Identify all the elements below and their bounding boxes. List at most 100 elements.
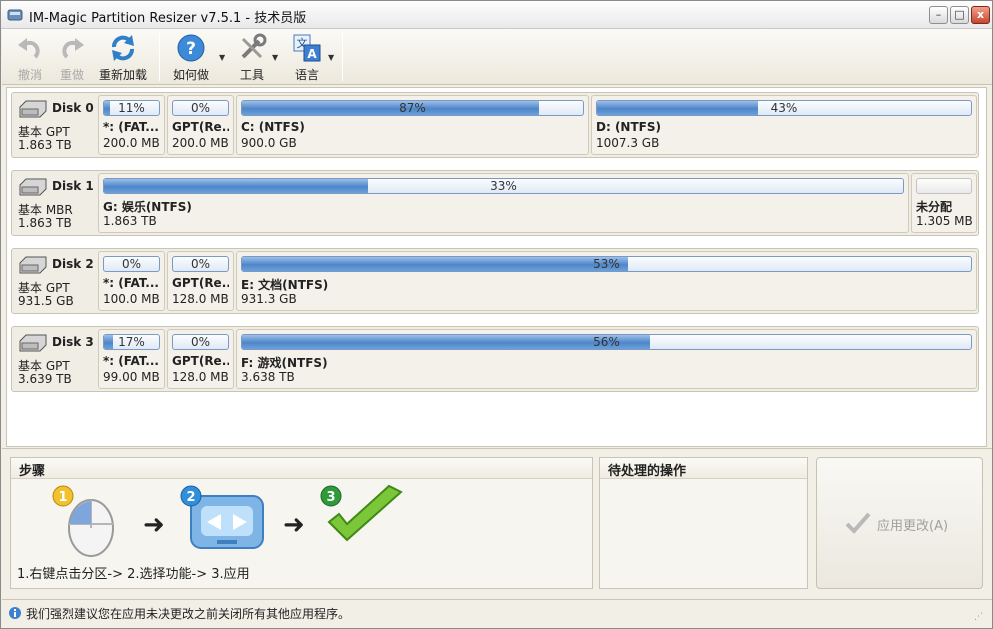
partition-block[interactable]: 56% F: 游戏(NTFS) 3.638 TB <box>236 329 977 389</box>
usage-percent: 53% <box>593 257 620 271</box>
partition-block[interactable]: 17% *: (FAT... 99.00 MB <box>98 329 165 389</box>
partition-block[interactable]: 53% E: 文档(NTFS) 931.3 GB <box>236 251 977 311</box>
partition-size: 200.0 MB <box>172 136 229 150</box>
hard-disk-icon <box>19 334 47 352</box>
bottom-area: 步骤 1 ➜ 2 ➜ 3 1.右键点击分区-> 2.选择功能-> 3.应用 待处… <box>2 448 992 598</box>
partition-block[interactable]: 0% GPT(Re... 128.0 MB <box>167 251 234 311</box>
partition-size: 1.863 TB <box>103 214 157 228</box>
reload-label: 重新加载 <box>98 68 147 82</box>
redo-label: 重做 <box>59 68 84 82</box>
steps-panel-title: 步骤 <box>11 458 592 479</box>
usage-percent: 56% <box>593 335 620 349</box>
partition-name: GPT(Re... <box>172 276 229 290</box>
disk-info[interactable]: Disk 3 基本 GPT 3.639 TB <box>14 329 98 389</box>
toolbar-separator <box>342 33 343 81</box>
hard-disk-icon <box>19 178 47 196</box>
apply-changes-button[interactable]: 应用更改(A) <box>816 457 983 589</box>
usage-bar: 17% <box>103 334 160 350</box>
language-icon: 文 A <box>293 34 321 62</box>
disk-row-1[interactable]: Disk 1 基本 MBR 1.863 TB 33% G: 娱乐(NTFS) 1… <box>11 170 979 236</box>
usage-bar: 11% <box>103 100 160 116</box>
partition-name: GPT(Re... <box>172 354 229 368</box>
hard-disk-icon <box>19 100 47 118</box>
redo-icon <box>62 38 84 59</box>
partition-size: 100.0 MB <box>103 292 160 306</box>
step-3-number: 3 <box>326 490 335 505</box>
disk-name: Disk 2 <box>52 257 94 271</box>
partition-name: *: (FAT... <box>103 354 159 368</box>
disk-row-3[interactable]: Disk 3 基本 GPT 3.639 TB 17% *: (FAT... 99… <box>11 326 979 392</box>
reload-button[interactable]: 重新加载 <box>96 33 150 83</box>
partition-size: 3.638 TB <box>241 370 295 384</box>
undo-label: 撤消 <box>17 68 42 82</box>
disk-info[interactable]: Disk 0 基本 GPT 1.863 TB <box>14 95 98 155</box>
usage-percent: 33% <box>490 179 517 193</box>
disk-row-0[interactable]: Disk 0 基本 GPT 1.863 TB 11% *: (FAT... 20… <box>11 92 979 158</box>
partition-block[interactable]: 11% *: (FAT... 200.0 MB <box>98 95 165 155</box>
usage-bar: 0% <box>172 256 229 272</box>
disk-size: 931.5 GB <box>18 294 74 308</box>
svg-text:?: ? <box>186 39 196 59</box>
partition-size: 1007.3 GB <box>596 136 660 150</box>
partition-block[interactable]: 43% D: (NTFS) 1007.3 GB <box>591 95 977 155</box>
disk-name: Disk 3 <box>52 335 94 349</box>
step-number-3-icon: 3 <box>320 485 342 507</box>
window-title: IM-Magic Partition Resizer v7.5.1 - 技术员版 <box>29 11 307 26</box>
disk-size: 1.863 TB <box>18 138 72 152</box>
resize-grip-icon[interactable]: ⋰ <box>974 612 983 622</box>
close-button[interactable]: x <box>971 6 990 24</box>
toolbar: 撤消 重做 重新加载 ? 如何做 ▼ 工具 ▼ 文 A 语言 ▼ <box>2 29 992 85</box>
partition-block[interactable]: 87% C: (NTFS) 900.0 GB <box>236 95 589 155</box>
disk-info[interactable]: Disk 1 基本 MBR 1.863 TB <box>14 173 98 233</box>
partition-size: 128.0 MB <box>172 292 229 306</box>
partition-size: 200.0 MB <box>103 136 160 150</box>
maximize-button[interactable]: □ <box>950 6 969 24</box>
partition-name: *: (FAT... <box>103 276 159 290</box>
svg-text:A: A <box>307 47 317 61</box>
partition-block[interactable]: 33% G: 娱乐(NTFS) 1.863 TB <box>98 173 909 233</box>
usage-percent: 0% <box>190 335 211 349</box>
howto-dropdown-arrow-icon[interactable]: ▼ <box>219 53 225 62</box>
usage-bar: 43% <box>596 100 972 116</box>
partition-block[interactable]: 0% GPT(Re... 200.0 MB <box>167 95 234 155</box>
usage-bar: 0% <box>103 256 160 272</box>
apply-checkmark-icon <box>845 512 871 534</box>
partition-name: *: (FAT... <box>103 120 159 134</box>
tools-button[interactable]: 工具 <box>232 33 272 83</box>
usage-bar: 56% <box>241 334 972 350</box>
unallocated-bar <box>916 178 972 194</box>
partition-block[interactable]: 0% GPT(Re... 128.0 MB <box>167 329 234 389</box>
partition-name: 未分配 <box>916 200 953 214</box>
tools-label: 工具 <box>239 68 264 82</box>
arrow-right-icon: ➜ <box>283 510 305 540</box>
usage-percent: 0% <box>190 257 211 271</box>
howto-button[interactable]: ? 如何做 <box>169 33 213 83</box>
unallocated-block[interactable]: 未分配 1.305 MB <box>911 173 977 233</box>
usage-bar: 0% <box>172 100 229 116</box>
partition-size: 931.3 GB <box>241 292 297 306</box>
toolbar-separator <box>159 33 160 81</box>
language-dropdown-arrow-icon[interactable]: ▼ <box>328 53 334 62</box>
info-icon <box>9 607 21 619</box>
partition-name: F: 游戏(NTFS) <box>241 356 328 370</box>
partition-name: C: (NTFS) <box>241 120 305 134</box>
tools-dropdown-arrow-icon[interactable]: ▼ <box>272 53 278 62</box>
usage-percent: 43% <box>770 101 798 115</box>
pending-operations-title: 待处理的操作 <box>600 458 807 479</box>
usage-bar: 53% <box>241 256 972 272</box>
partition-name: GPT(Re... <box>172 120 229 134</box>
pending-operations-panel: 待处理的操作 <box>599 457 808 589</box>
language-button[interactable]: 文 A 语言 <box>287 33 327 83</box>
app-window: IM-Magic Partition Resizer v7.5.1 - 技术员版… <box>0 0 993 629</box>
howto-label: 如何做 <box>172 68 209 82</box>
usage-bar: 33% <box>103 178 904 194</box>
minimize-button[interactable]: – <box>929 6 948 24</box>
redo-button[interactable]: 重做 <box>52 33 92 83</box>
partition-block[interactable]: 0% *: (FAT... 100.0 MB <box>98 251 165 311</box>
disk-row-2[interactable]: Disk 2 基本 GPT 931.5 GB 0% *: (FAT... 100… <box>11 248 979 314</box>
usage-percent: 0% <box>190 101 211 115</box>
undo-button[interactable]: 撤消 <box>10 33 50 83</box>
partition-name: D: (NTFS) <box>596 120 661 134</box>
partition-size: 128.0 MB <box>172 370 229 384</box>
disk-info[interactable]: Disk 2 基本 GPT 931.5 GB <box>14 251 98 311</box>
